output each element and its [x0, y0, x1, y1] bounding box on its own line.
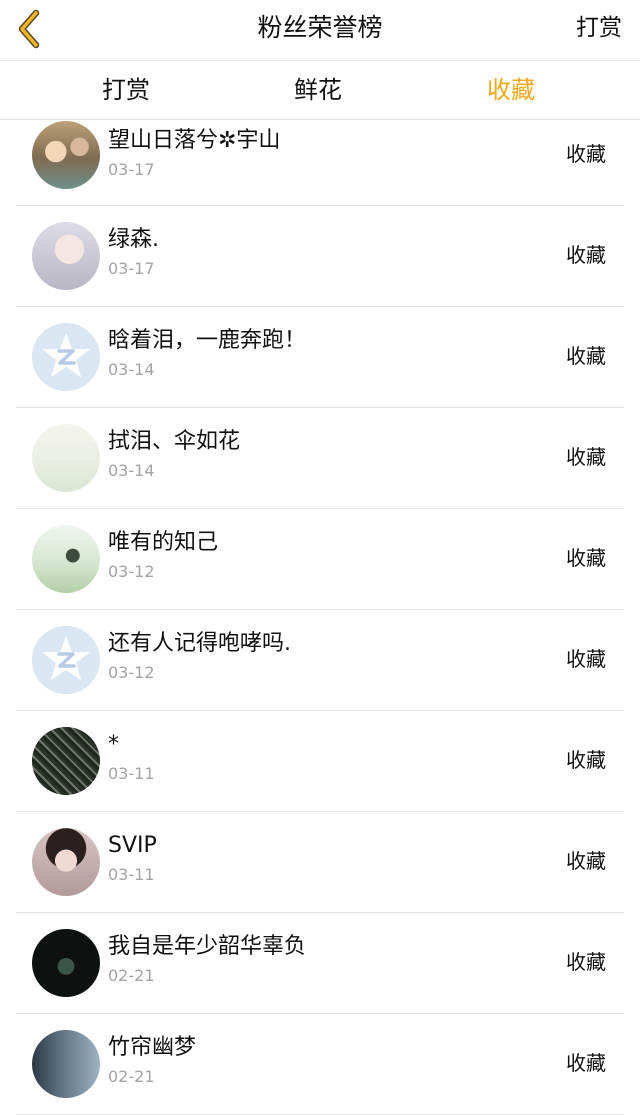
user-name: 唯有的知己 — [108, 530, 219, 555]
list-item[interactable]: 望山日落兮✲宇山 03-17 收藏 — [16, 119, 624, 206]
tab-bar: 打赏 鲜花 收藏 — [0, 61, 640, 120]
user-name: 绿森. — [108, 227, 159, 252]
item-date: 03-14 — [108, 461, 155, 480]
list-item[interactable]: 拭泪、伞如花 03-14 收藏 — [16, 408, 624, 509]
avatar[interactable] — [32, 828, 100, 896]
item-date: 02-21 — [108, 966, 155, 985]
list-item[interactable]: 竹帘幽梦 02-21 收藏 — [16, 1014, 624, 1115]
avatar[interactable] — [32, 222, 100, 290]
fan-list: 望山日落兮✲宇山 03-17 收藏 绿森. 03-17 收藏 晗着泪，一鹿奔跑！… — [0, 119, 640, 1115]
back-button[interactable] — [12, 6, 48, 52]
favorite-label: 收藏 — [566, 445, 606, 469]
avatar[interactable] — [32, 525, 100, 593]
user-name: 拭泪、伞如花 — [108, 429, 241, 454]
favorite-label: 收藏 — [566, 243, 606, 267]
avatar[interactable] — [32, 929, 100, 997]
list-item[interactable]: 唯有的知己 03-12 收藏 — [16, 509, 624, 610]
favorite-label: 收藏 — [566, 1051, 606, 1075]
avatar[interactable] — [32, 424, 100, 492]
avatar[interactable] — [32, 121, 100, 189]
list-item[interactable]: 晗着泪，一鹿奔跑！ 03-14 收藏 — [16, 307, 624, 408]
tab-reward[interactable]: 打赏 — [66, 61, 186, 119]
avatar[interactable] — [32, 1030, 100, 1098]
favorite-label: 收藏 — [566, 546, 606, 570]
list-item[interactable]: SVIP 03-11 收藏 — [16, 812, 624, 913]
item-date: 03-17 — [108, 259, 155, 278]
user-name: * — [108, 732, 119, 757]
favorite-label: 收藏 — [566, 647, 606, 671]
user-name: 还有人记得咆哮吗. — [108, 631, 291, 656]
tab-favorites[interactable]: 收藏 — [451, 61, 571, 119]
user-name: 竹帘幽梦 — [108, 1035, 197, 1060]
item-date: 03-11 — [108, 764, 155, 783]
favorite-label: 收藏 — [566, 142, 606, 166]
tab-flowers[interactable]: 鲜花 — [258, 61, 378, 119]
chevron-left-icon — [18, 9, 40, 49]
favorite-label: 收藏 — [566, 748, 606, 772]
top-bar: 粉丝荣誉榜 打赏 — [0, 0, 640, 61]
item-date: 03-14 — [108, 360, 155, 379]
list-item[interactable]: 绿森. 03-17 收藏 — [16, 206, 624, 307]
item-date: 03-12 — [108, 562, 155, 581]
item-date: 03-12 — [108, 663, 155, 682]
list-item[interactable]: 还有人记得咆哮吗. 03-12 收藏 — [16, 610, 624, 711]
avatar[interactable] — [32, 323, 100, 391]
list-item[interactable]: 我自是年少韶华辜负 02-21 收藏 — [16, 913, 624, 1014]
item-date: 02-21 — [108, 1067, 155, 1086]
default-avatar-icon — [32, 626, 100, 694]
favorite-label: 收藏 — [566, 950, 606, 974]
user-name: 我自是年少韶华辜负 — [108, 934, 307, 959]
favorite-label: 收藏 — [566, 344, 606, 368]
user-name: SVIP — [108, 833, 157, 858]
favorite-label: 收藏 — [566, 849, 606, 873]
user-name: 晗着泪，一鹿奔跑！ — [108, 328, 307, 353]
item-date: 03-17 — [108, 160, 155, 179]
avatar[interactable] — [32, 626, 100, 694]
avatar[interactable] — [32, 727, 100, 795]
item-date: 03-11 — [108, 865, 155, 884]
user-name: 望山日落兮✲宇山 — [108, 128, 281, 153]
reward-button[interactable]: 打赏 — [576, 10, 622, 46]
list-item[interactable]: * 03-11 收藏 — [16, 711, 624, 812]
default-avatar-icon — [32, 323, 100, 391]
page-title: 粉丝荣誉榜 — [257, 13, 383, 42]
